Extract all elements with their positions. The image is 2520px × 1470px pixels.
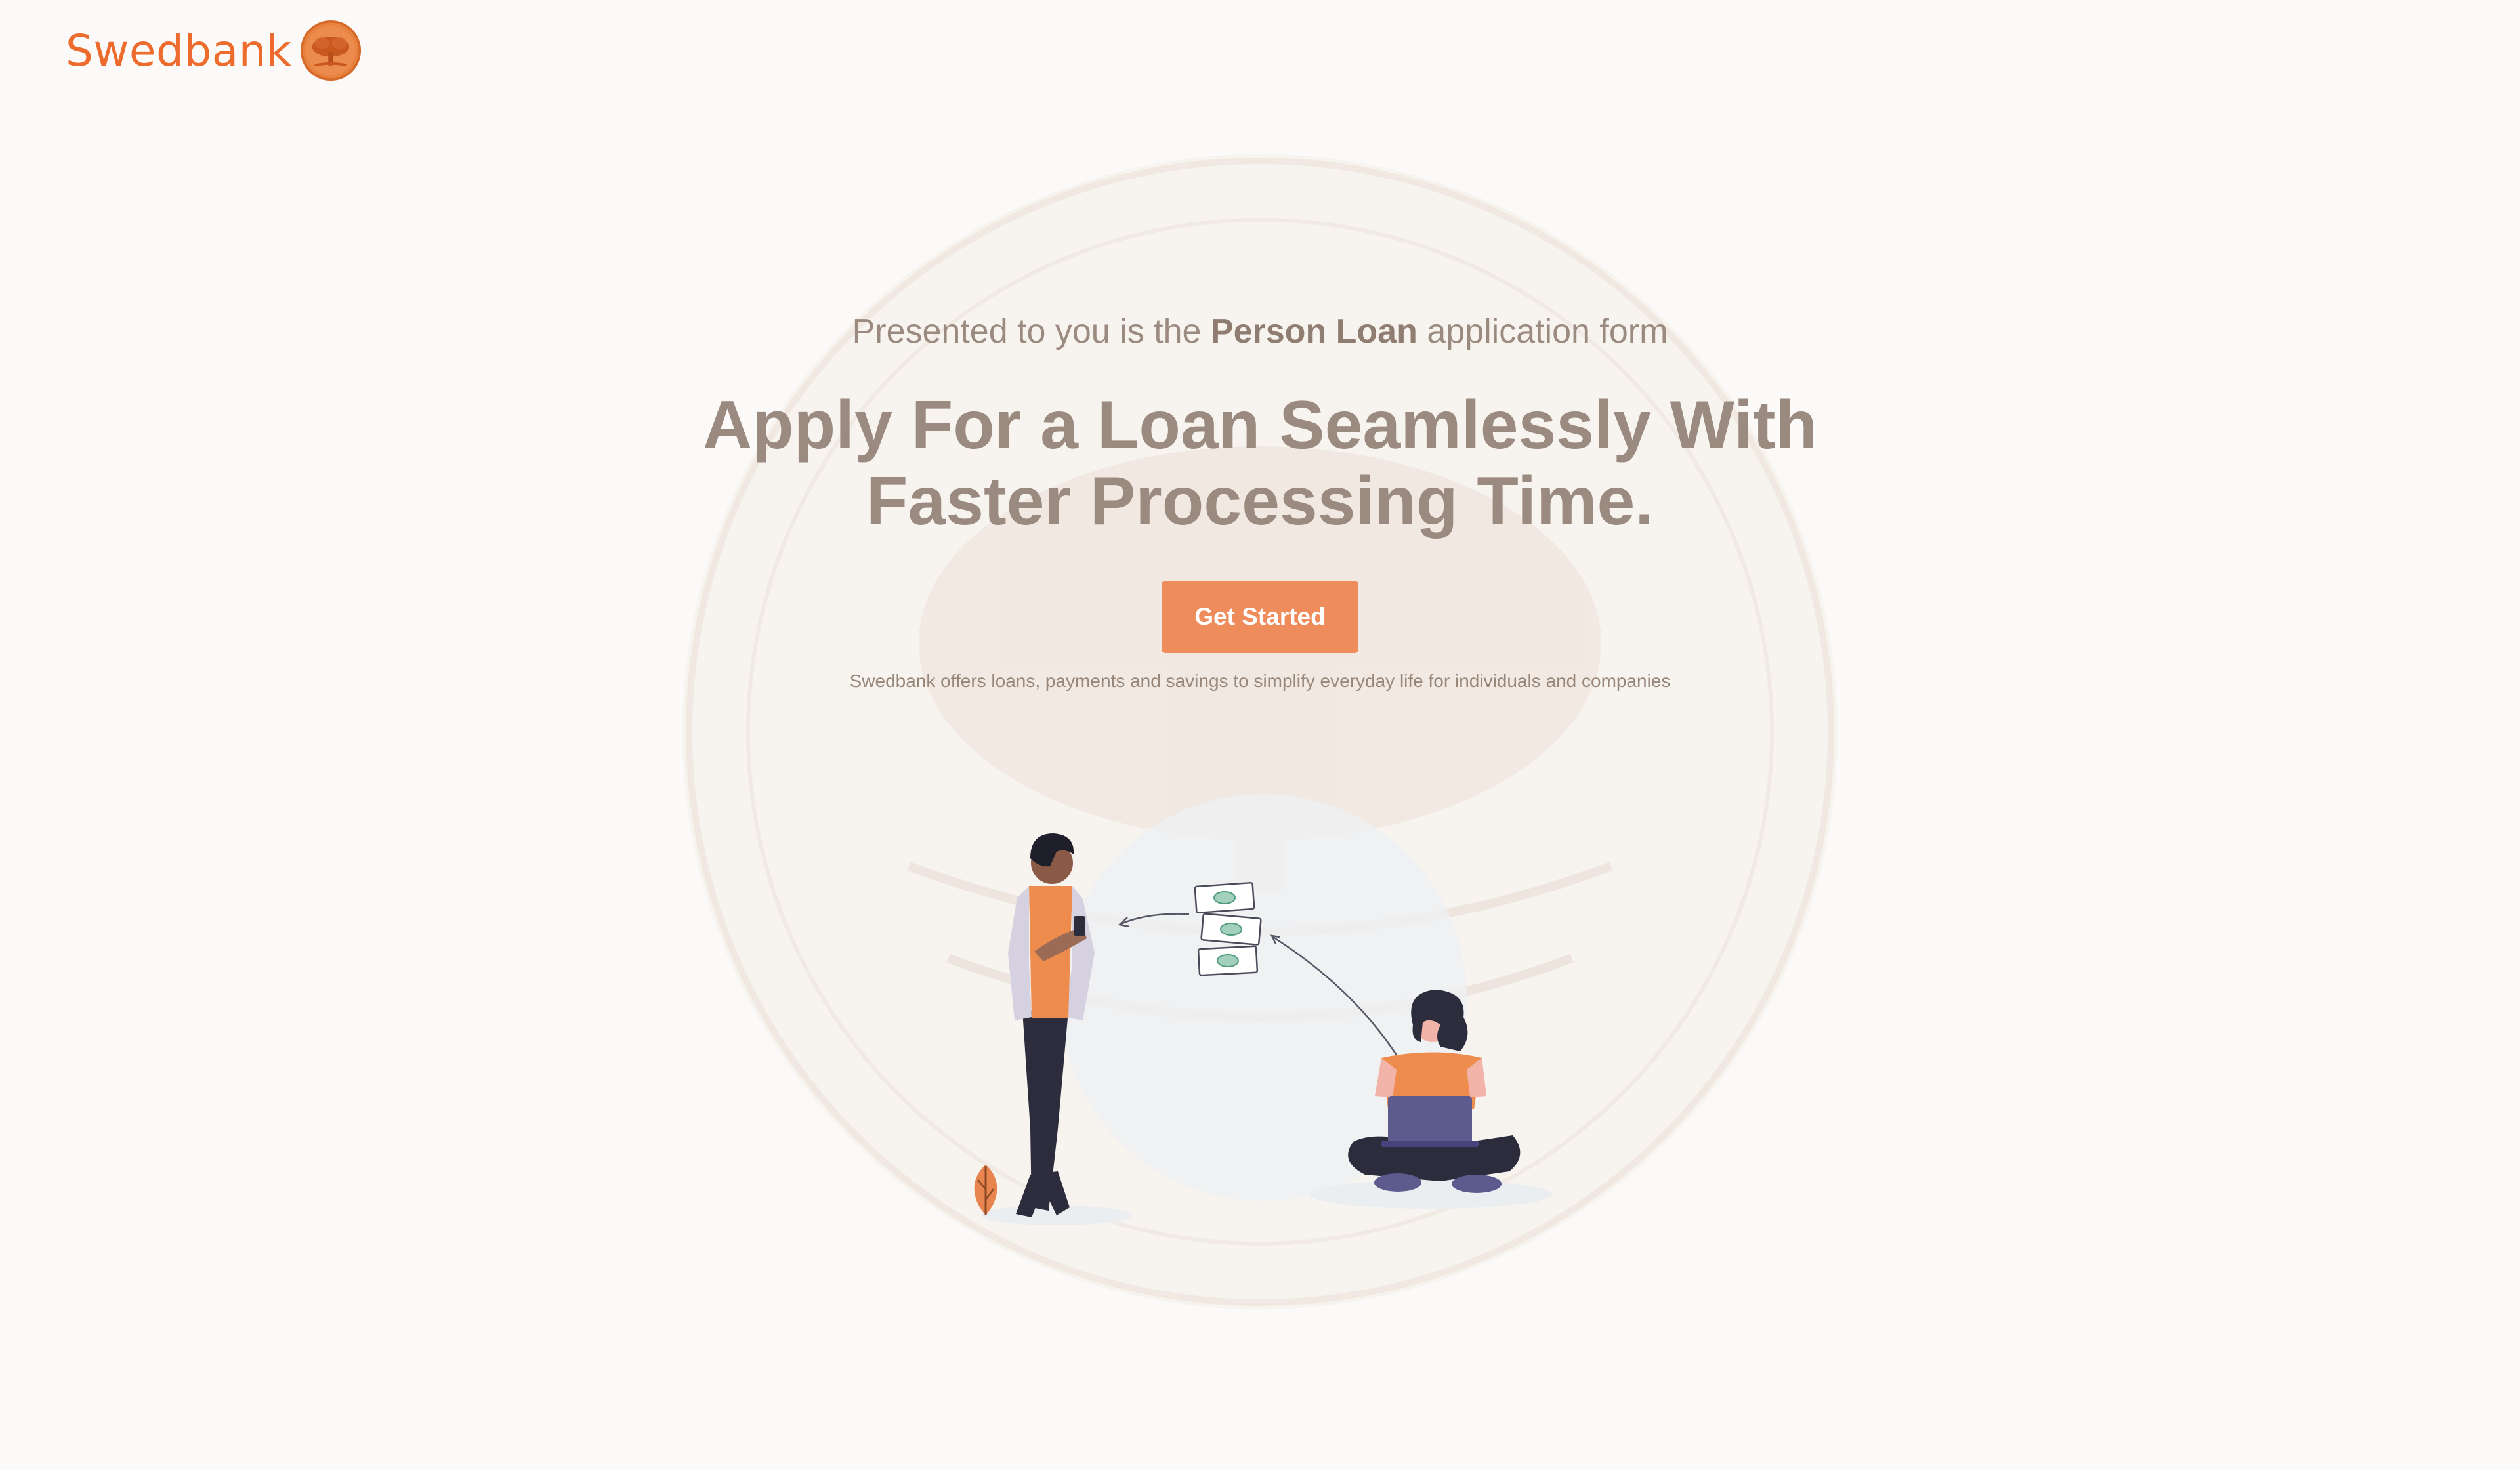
intro-subtitle: Presented to you is the Person Loan appl… <box>0 312 2520 351</box>
headline-line-2: Faster Processing Time. <box>866 463 1654 539</box>
get-started-button[interactable]: Get Started <box>1162 581 1358 653</box>
page-title: Apply For a Loan Seamlessly With Faster … <box>0 387 2520 539</box>
leaf-icon <box>974 1165 998 1215</box>
headline-line-1: Apply For a Loan Seamlessly With <box>702 387 1818 463</box>
subtitle-prefix: Presented to you is the <box>852 312 1202 350</box>
swedbank-logo[interactable]: Swedbank <box>66 20 362 81</box>
product-name: Person Loan <box>1210 312 1418 350</box>
brand-name: Swedbank <box>66 25 292 76</box>
money-transfer-illustration <box>974 794 1552 1225</box>
oak-tree-seal-icon <box>300 20 361 81</box>
subtitle-suffix: application form <box>1427 312 1668 350</box>
tagline: Swedbank offers loans, payments and savi… <box>849 671 1671 691</box>
